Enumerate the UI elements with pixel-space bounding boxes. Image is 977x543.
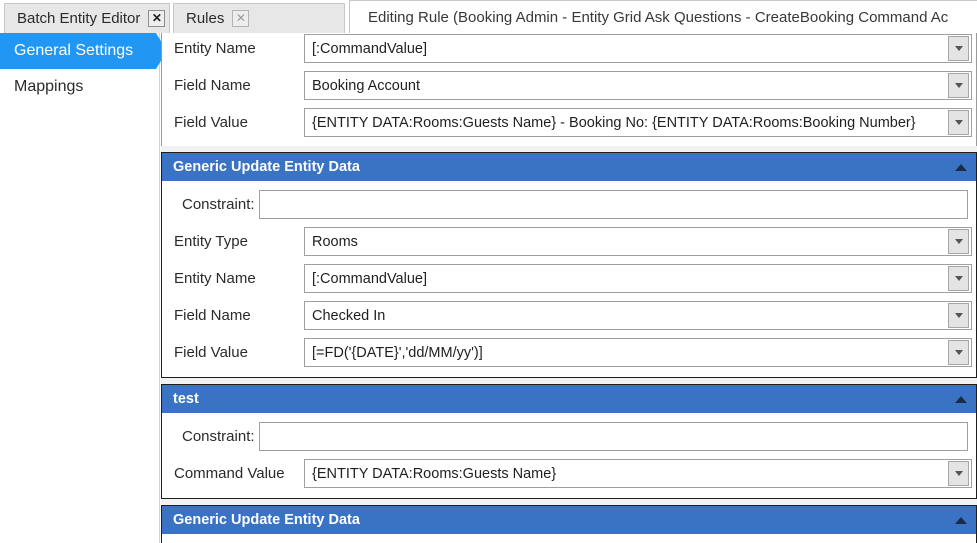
section-body: Constraint: Command Value {ENTITY DATA:R… bbox=[162, 413, 976, 498]
chevron-down-icon[interactable] bbox=[948, 73, 969, 98]
chevron-up-icon[interactable] bbox=[955, 395, 967, 403]
chevron-up-icon[interactable] bbox=[955, 516, 967, 524]
sidebar-item-mappings[interactable]: Mappings bbox=[0, 69, 159, 105]
entity-name-combobox[interactable]: [:CommandValue] bbox=[304, 264, 972, 293]
field-row-entity-name: Entity Name [:CommandValue] bbox=[162, 260, 976, 297]
orphan-field-rows: Entity Name [:CommandValue] Field Name B… bbox=[161, 33, 977, 146]
field-label: Field Name bbox=[174, 77, 251, 94]
field-row-entity-name: Entity Name [:CommandValue] bbox=[162, 33, 976, 67]
section-body: Constraint: Entity Type Rooms Entity Nam… bbox=[162, 181, 976, 377]
field-row-constraint: Constraint: bbox=[162, 418, 976, 455]
field-row-field-name: Field Name Checked In bbox=[162, 297, 976, 334]
field-row-command-value: Command Value {ENTITY DATA:Rooms:Guests … bbox=[162, 455, 976, 492]
field-name-combobox[interactable]: Checked In bbox=[304, 301, 972, 330]
tab-rules[interactable]: Rules ✕ bbox=[173, 3, 345, 33]
application-window: Batch Entity Editor ✕ Rules ✕ Editing Ru… bbox=[0, 0, 977, 543]
field-row-entity-type: Entity Type Rooms bbox=[162, 223, 976, 260]
command-value-combobox[interactable]: {ENTITY DATA:Rooms:Guests Name} bbox=[304, 459, 972, 488]
chevron-down-icon[interactable] bbox=[948, 461, 969, 486]
field-label: Entity Name bbox=[174, 40, 256, 57]
chevron-down-icon[interactable] bbox=[948, 340, 969, 365]
field-label: Field Name bbox=[174, 307, 251, 324]
tab-strip: Batch Entity Editor ✕ Rules ✕ Editing Ru… bbox=[0, 0, 977, 34]
tab-label: Editing Rule (Booking Admin - Entity Gri… bbox=[368, 8, 949, 26]
field-label: Command Value bbox=[174, 465, 285, 482]
section-header[interactable]: Generic Update Entity Data bbox=[162, 153, 976, 181]
chevron-down-icon[interactable] bbox=[948, 110, 969, 135]
combobox-value: [:CommandValue] bbox=[312, 270, 427, 287]
section-generic-update-entity-data-2: Generic Update Entity Data Constraint: bbox=[161, 505, 977, 543]
tab-editing-rule-active[interactable]: Editing Rule (Booking Admin - Entity Gri… bbox=[349, 0, 977, 34]
form-scroll-content: Entity Name [:CommandValue] Field Name B… bbox=[161, 33, 977, 543]
field-label: Entity Name bbox=[174, 270, 256, 287]
field-name-combobox[interactable]: Booking Account bbox=[304, 71, 972, 100]
section-header[interactable]: Generic Update Entity Data bbox=[162, 506, 976, 534]
field-label: Field Value bbox=[174, 344, 248, 361]
section-title: Generic Update Entity Data bbox=[173, 512, 360, 528]
section-header[interactable]: test bbox=[162, 385, 976, 413]
field-label: Constraint: bbox=[182, 196, 255, 213]
field-row-field-value: Field Value [=FD('{DATE}','dd/MM/yy')] bbox=[162, 334, 976, 371]
sidebar-item-general-settings[interactable]: General Settings bbox=[0, 33, 167, 69]
field-row-constraint: Constraint: bbox=[162, 539, 976, 543]
section-generic-update-entity-data-1: Generic Update Entity Data Constraint: E… bbox=[161, 152, 977, 378]
sidebar-item-label: Mappings bbox=[14, 78, 84, 95]
section-body: Constraint: bbox=[162, 534, 976, 543]
section-title: Generic Update Entity Data bbox=[173, 159, 360, 175]
field-label: Constraint: bbox=[182, 428, 255, 445]
chevron-up-icon[interactable] bbox=[955, 163, 967, 171]
tab-batch-entity-editor[interactable]: Batch Entity Editor ✕ bbox=[4, 3, 170, 33]
chevron-down-icon[interactable] bbox=[948, 229, 969, 254]
combobox-value: {ENTITY DATA:Rooms:Guests Name} - Bookin… bbox=[312, 114, 916, 131]
chevron-down-icon[interactable] bbox=[948, 303, 969, 328]
entity-type-combobox[interactable]: Rooms bbox=[304, 227, 972, 256]
section-title: test bbox=[173, 391, 199, 407]
field-label: Entity Type bbox=[174, 233, 248, 250]
tab-close-icon[interactable]: ✕ bbox=[232, 10, 250, 27]
combobox-value: [:CommandValue] bbox=[312, 40, 427, 57]
combobox-value: Booking Account bbox=[312, 77, 421, 94]
chevron-down-icon[interactable] bbox=[948, 266, 969, 291]
field-row-field-value: Field Value {ENTITY DATA:Rooms:Guests Na… bbox=[162, 104, 976, 141]
sidebar-navigation: General Settings Mappings bbox=[0, 33, 167, 543]
combobox-value: Rooms bbox=[312, 233, 358, 250]
tab-label: Rules bbox=[186, 10, 225, 27]
combobox-value: Checked In bbox=[312, 307, 386, 324]
field-row-field-name: Field Name Booking Account bbox=[162, 67, 976, 104]
settings-form-panel: Entity Name [:CommandValue] Field Name B… bbox=[161, 33, 977, 543]
field-value-combobox[interactable]: [=FD('{DATE}','dd/MM/yy')] bbox=[304, 338, 972, 367]
constraint-input[interactable] bbox=[258, 422, 968, 451]
field-value-combobox[interactable]: {ENTITY DATA:Rooms:Guests Name} - Bookin… bbox=[304, 108, 972, 137]
sidebar-item-label: General Settings bbox=[14, 42, 134, 59]
constraint-input[interactable] bbox=[258, 190, 968, 219]
tab-close-icon[interactable]: ✕ bbox=[148, 10, 166, 27]
tab-label: Batch Entity Editor bbox=[17, 10, 141, 27]
section-test: test Constraint: Command Value {ENTITY D… bbox=[161, 384, 977, 499]
field-label: Field Value bbox=[174, 114, 248, 131]
combobox-value: [=FD('{DATE}','dd/MM/yy')] bbox=[312, 344, 483, 361]
chevron-down-icon[interactable] bbox=[948, 36, 969, 61]
combobox-value: {ENTITY DATA:Rooms:Guests Name} bbox=[312, 465, 557, 482]
field-row-constraint: Constraint: bbox=[162, 186, 976, 223]
entity-name-combobox[interactable]: [:CommandValue] bbox=[304, 34, 972, 63]
